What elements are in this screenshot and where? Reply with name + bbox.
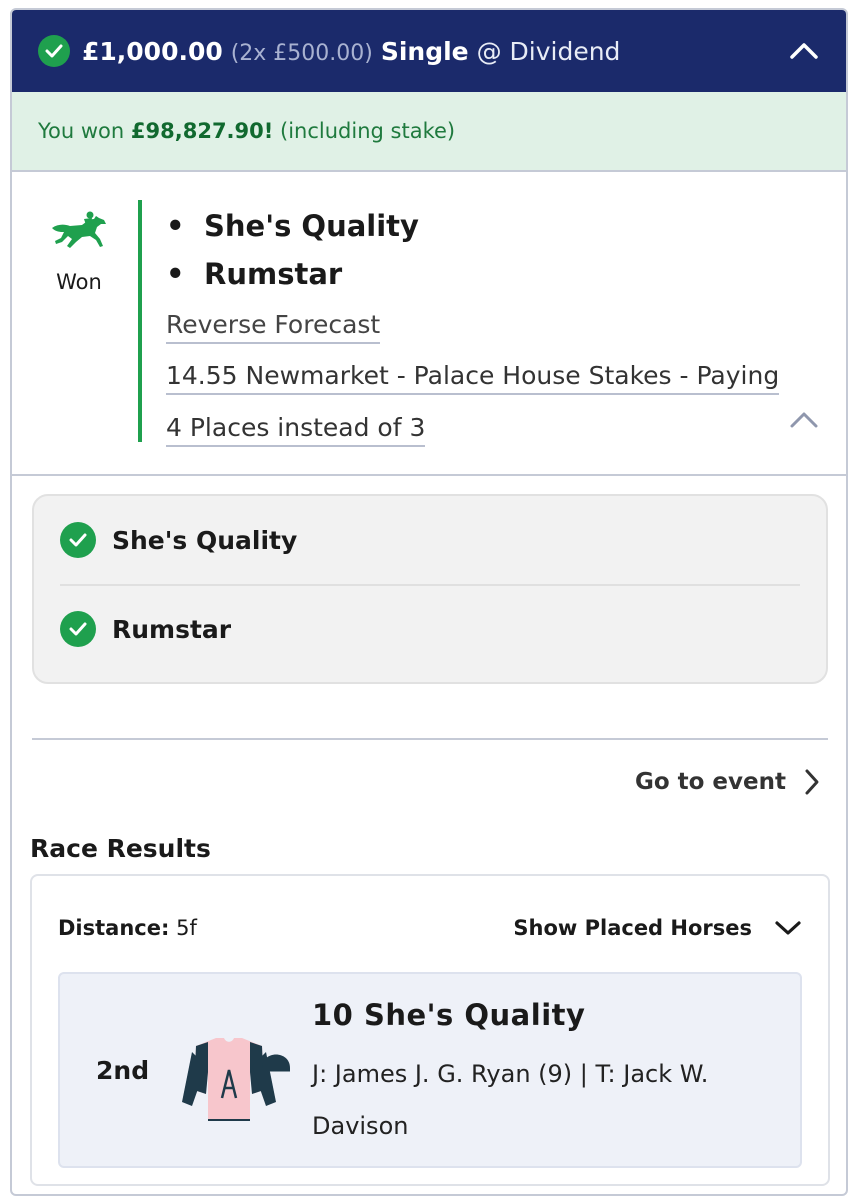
selection-details: Won • She's Quality • Rumstar Reverse Fore…	[12, 172, 846, 476]
event-line: 14.55 Newmarket - Palace House Stakes - …	[166, 361, 780, 395]
stake-breakdown: (2x £500.00)	[230, 40, 373, 66]
go-to-event-label: Go to event	[634, 769, 786, 795]
horse-racing-icon	[52, 211, 106, 248]
go-to-event-link[interactable]: Go to event	[635, 768, 820, 796]
selection-runner: • Rumstar	[166, 257, 343, 291]
finish-position: 2nd	[96, 1056, 150, 1085]
chevron-down-icon	[775, 921, 801, 935]
check-icon	[60, 522, 96, 558]
chevron-right-icon	[805, 769, 819, 795]
event-line: 4 Places instead of 3	[166, 413, 426, 447]
show-placed-label: Show Placed Horses	[513, 916, 752, 940]
winnings-prefix: You won	[38, 119, 125, 143]
runner-name: 10 She's Quality	[312, 998, 586, 1032]
race-results-panel: Distance: 5f Show Placed Horses 2nd 10 S…	[30, 874, 830, 1186]
winnings-banner: You won £98,827.90! (including stake)	[12, 92, 846, 172]
divider	[32, 738, 828, 740]
runner-name: Rumstar	[204, 257, 343, 291]
chevron-up-icon[interactable]	[788, 410, 820, 430]
selection-runner: • She's Quality	[166, 209, 419, 243]
event-link[interactable]: 14.55 Newmarket - Palace House Stakes - …	[166, 350, 791, 454]
list-item: Rumstar	[60, 584, 800, 672]
bet-type: Single	[380, 36, 469, 66]
market-label: Reverse Forecast	[166, 310, 381, 344]
market-name: Reverse Forecast	[166, 300, 806, 350]
status-bar	[138, 200, 142, 442]
selection-status: Won	[34, 210, 124, 294]
winnings-amount: £98,827.90!	[130, 119, 274, 143]
check-icon	[38, 35, 70, 67]
legs-list: She's Quality Rumstar	[32, 494, 828, 684]
check-icon	[60, 611, 96, 647]
bet-odds: @ Dividend	[476, 36, 621, 66]
bet-header[interactable]: £1,000.00 (2x £500.00) Single @ Dividend	[12, 10, 846, 92]
leg-name: She's Quality	[112, 525, 298, 555]
bet-summary: £1,000.00 (2x £500.00) Single @ Dividend	[82, 37, 620, 66]
runner-name: She's Quality	[204, 209, 419, 243]
chevron-up-icon[interactable]	[788, 36, 820, 66]
leg-name: Rumstar	[112, 614, 232, 644]
list-item: She's Quality	[60, 496, 800, 584]
distance-value: 5f	[176, 916, 197, 940]
bet-card: £1,000.00 (2x £500.00) Single @ Dividend…	[10, 8, 848, 1196]
status-label: Won	[56, 270, 102, 294]
show-placed-horses-toggle[interactable]: Show Placed Horses	[513, 916, 802, 940]
stake-amount: £1,000.00	[82, 36, 223, 66]
jockey-silks-icon	[182, 1038, 290, 1121]
race-results-title: Race Results	[30, 834, 211, 863]
selection-body: • She's Quality • Rumstar Reverse Forecast…	[166, 202, 806, 454]
jockey-trainer: J: James J. G. Ryan (9) | T: Jack W. Dav…	[312, 1060, 709, 1140]
distance-label: Distance:	[58, 916, 170, 940]
race-distance: Distance: 5f	[58, 916, 197, 940]
runner-result-card: 2nd 10 She's Quality J: James J. G. Ryan…	[58, 972, 802, 1168]
winnings-suffix: (including stake)	[280, 119, 456, 143]
